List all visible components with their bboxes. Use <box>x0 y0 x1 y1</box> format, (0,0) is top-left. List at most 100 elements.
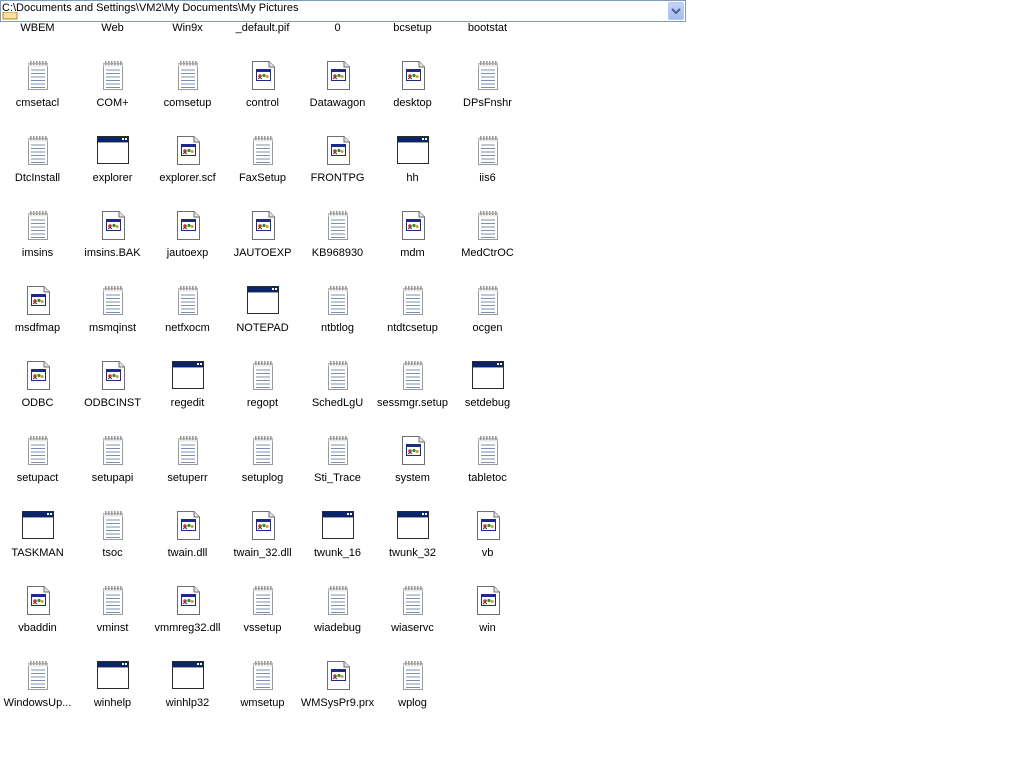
file-label: ODBC <box>21 397 54 409</box>
file-item[interactable]: DPsFnshr <box>450 51 525 121</box>
notepad-icon <box>471 433 505 467</box>
file-label: WMSysPr9.prx <box>300 697 375 709</box>
file-item[interactable]: system <box>375 426 450 496</box>
file-item[interactable]: vb <box>450 501 525 571</box>
file-label: TASKMAN <box>11 547 64 559</box>
file-label: tsoc <box>102 547 123 559</box>
file-item[interactable]: msdfmap <box>0 276 75 346</box>
file-item[interactable]: tabletoc <box>450 426 525 496</box>
notepad-icon <box>471 283 505 317</box>
file-item[interactable]: ocgen <box>450 276 525 346</box>
file-item[interactable]: SchedLgU <box>300 351 375 421</box>
window-app-icon <box>21 508 55 542</box>
file-item[interactable]: explorer.scf <box>150 126 225 196</box>
config-file-icon <box>321 58 355 92</box>
file-item[interactable]: vssetup <box>225 576 300 646</box>
file-item[interactable]: regopt <box>225 351 300 421</box>
address-bar[interactable]: C:\Documents and Settings\VM2\My Documen… <box>0 0 686 22</box>
config-file-icon <box>396 208 430 242</box>
explorer-window: WBEM Web Win9x _default.pif 0 bcsetup bootstat… <box>0 0 1024 768</box>
file-item[interactable]: regedit <box>150 351 225 421</box>
file-item[interactable]: FaxSetup <box>225 126 300 196</box>
file-item[interactable]: NOTEPAD <box>225 276 300 346</box>
file-item[interactable]: twunk_16 <box>300 501 375 571</box>
file-item[interactable]: wplog <box>375 651 450 721</box>
file-label: setuplog <box>241 472 284 484</box>
file-label: vb <box>481 547 494 559</box>
file-item[interactable]: setupact <box>0 426 75 496</box>
file-item[interactable]: setdebug <box>450 351 525 421</box>
file-item[interactable]: winhelp <box>75 651 150 721</box>
file-item[interactable]: vmmreg32.dll <box>150 576 225 646</box>
file-item[interactable]: MedCtrOC <box>450 201 525 271</box>
file-item[interactable]: vminst <box>75 576 150 646</box>
file-item[interactable]: twain.dll <box>150 501 225 571</box>
file-item[interactable]: wmsetup <box>225 651 300 721</box>
file-item[interactable]: imsins.BAK <box>75 201 150 271</box>
notepad-icon <box>246 583 280 617</box>
file-item[interactable]: setuperr <box>150 426 225 496</box>
config-file-icon <box>321 658 355 692</box>
file-label: ntdtcsetup <box>387 322 438 334</box>
file-label: netfxocm <box>165 322 210 334</box>
file-item[interactable]: TASKMAN <box>0 501 75 571</box>
file-item[interactable]: win <box>450 576 525 646</box>
file-label: setuperr <box>167 472 208 484</box>
file-label: jautoexp <box>166 247 209 259</box>
file-item[interactable]: Sti_Trace <box>300 426 375 496</box>
file-item[interactable]: iis6 <box>450 126 525 196</box>
file-item[interactable]: wiaservc <box>375 576 450 646</box>
file-item[interactable]: winhlp32 <box>150 651 225 721</box>
file-item[interactable]: COM+ <box>75 51 150 121</box>
file-item[interactable]: comsetup <box>150 51 225 121</box>
file-label: wmsetup <box>240 697 285 709</box>
address-path[interactable]: C:\Documents and Settings\VM2\My Documen… <box>2 1 299 15</box>
file-item[interactable]: explorer <box>75 126 150 196</box>
file-item[interactable]: sessmgr.setup <box>375 351 450 421</box>
file-item[interactable]: cmsetacl <box>0 51 75 121</box>
file-item[interactable]: jautoexp <box>150 201 225 271</box>
file-item[interactable]: hh <box>375 126 450 196</box>
file-item[interactable]: twunk_32 <box>375 501 450 571</box>
file-item[interactable]: tsoc <box>75 501 150 571</box>
file-item[interactable]: mdm <box>375 201 450 271</box>
file-item[interactable]: ODBC <box>0 351 75 421</box>
config-file-icon <box>171 133 205 167</box>
window-app-icon <box>246 283 280 317</box>
file-item[interactable]: WindowsUp... <box>0 651 75 721</box>
file-label: WBEM <box>20 22 55 34</box>
file-item[interactable]: netfxocm <box>150 276 225 346</box>
file-label: Sti_Trace <box>314 472 361 484</box>
config-file-icon <box>96 358 130 392</box>
config-file-icon <box>471 583 505 617</box>
file-item[interactable]: ODBCINST <box>75 351 150 421</box>
file-item[interactable]: ntbtlog <box>300 276 375 346</box>
file-item[interactable]: msmqinst <box>75 276 150 346</box>
notepad-icon <box>21 658 55 692</box>
file-item[interactable]: wiadebug <box>300 576 375 646</box>
file-item[interactable]: KB968930 <box>300 201 375 271</box>
file-label: setdebug <box>464 397 511 409</box>
file-item[interactable]: setupapi <box>75 426 150 496</box>
file-item[interactable]: vbaddin <box>0 576 75 646</box>
file-item[interactable]: imsins <box>0 201 75 271</box>
config-file-icon <box>396 58 430 92</box>
file-item[interactable]: Datawagon <box>300 51 375 121</box>
notepad-icon <box>246 658 280 692</box>
file-label: MedCtrOC <box>461 247 514 259</box>
address-dropdown-button[interactable] <box>668 2 684 20</box>
file-label: imsins.BAK <box>84 247 141 259</box>
file-item[interactable]: setuplog <box>225 426 300 496</box>
file-label: mdm <box>400 247 425 259</box>
file-label: COM+ <box>96 97 129 109</box>
file-item[interactable]: FRONTPG <box>300 126 375 196</box>
file-item[interactable]: JAUTOEXP <box>225 201 300 271</box>
file-label: FaxSetup <box>238 172 287 184</box>
file-item[interactable]: ntdtcsetup <box>375 276 450 346</box>
file-item[interactable]: twain_32.dll <box>225 501 300 571</box>
file-item[interactable]: DtcInstall <box>0 126 75 196</box>
file-item[interactable]: desktop <box>375 51 450 121</box>
file-item[interactable]: control <box>225 51 300 121</box>
file-item[interactable]: WMSysPr9.prx <box>300 651 375 721</box>
window-app-icon <box>96 658 130 692</box>
